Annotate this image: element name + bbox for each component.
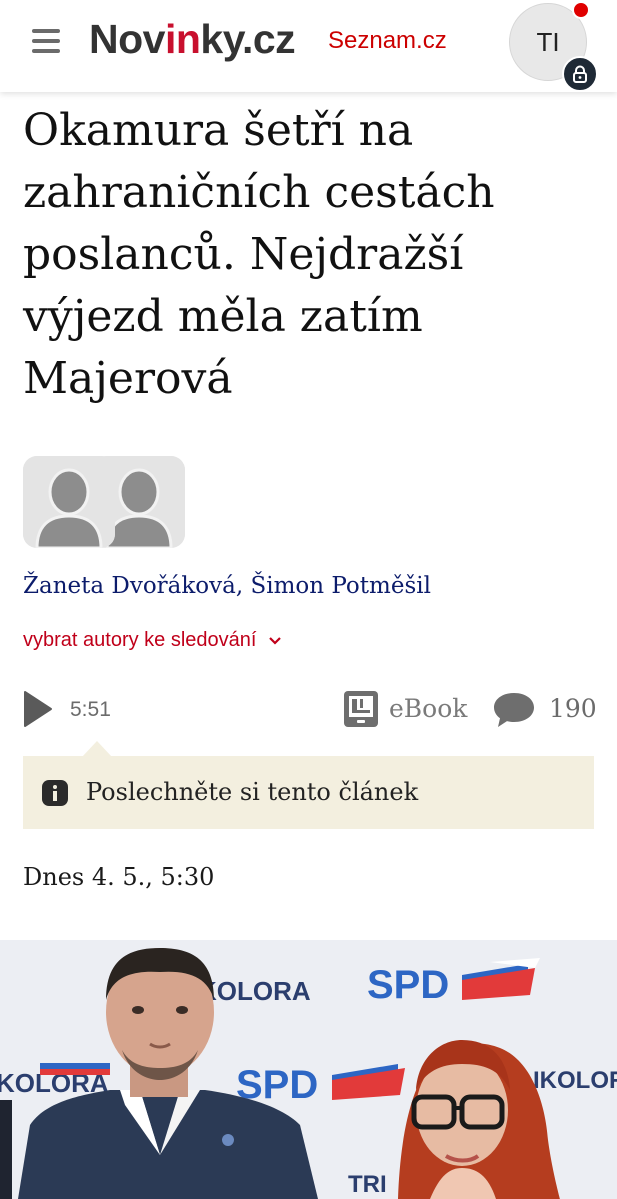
ebook-label[interactable]: eBook xyxy=(389,692,467,726)
comment-count[interactable]: 190 xyxy=(549,692,597,726)
avatar-initials: TI xyxy=(536,26,560,57)
logo-part-accent: in xyxy=(164,16,201,62)
tooltip-pointer xyxy=(82,741,112,757)
backdrop-text: SPD xyxy=(367,963,449,1007)
follow-authors-button[interactable]: vybrat autory ke sledování xyxy=(23,625,282,655)
notification-dot xyxy=(572,1,590,19)
author-separator: , xyxy=(235,573,251,599)
listen-tooltip[interactable]: Poslechněte si tento článek xyxy=(23,756,594,829)
author-names: Žaneta Dvořáková, Šimon Potměšil xyxy=(23,569,431,603)
info-icon xyxy=(42,780,68,806)
author-avatar-placeholder-icon[interactable] xyxy=(23,456,115,548)
ebook-icon[interactable] xyxy=(343,690,379,728)
play-icon[interactable] xyxy=(23,690,53,728)
backdrop-text: KOLORA xyxy=(198,976,311,1006)
menu-icon[interactable] xyxy=(32,29,60,53)
author-avatars xyxy=(23,456,193,548)
photo-illustration: SPD SPD KOLORA KOLORA IKOLORA TRI xyxy=(0,940,617,1199)
chevron-down-icon xyxy=(269,636,281,645)
backdrop-text: IKOLORA xyxy=(533,1067,617,1094)
author-link[interactable]: Žaneta Dvořáková xyxy=(23,573,236,599)
follow-label: vybrat autory ke sledování xyxy=(23,629,257,651)
seznam-link[interactable]: Seznam.cz xyxy=(328,25,447,57)
article-photo[interactable]: SPD SPD KOLORA KOLORA IKOLORA TRI xyxy=(0,940,617,1199)
audio-duration: 5:51 xyxy=(70,698,111,721)
article-title: Okamura šetří na zahraničních cestách po… xyxy=(23,105,495,404)
publish-date: Dnes 4. 5., 5:30 xyxy=(23,863,215,891)
logo-part: Nov xyxy=(89,16,165,62)
tooltip-text: Poslechněte si tento článek xyxy=(86,778,419,806)
novinky-logo[interactable]: Novinky.cz xyxy=(89,14,296,64)
lock-icon xyxy=(562,56,598,92)
top-bar: Novinky.cz Seznam.cz TI xyxy=(0,0,617,92)
author-link[interactable]: Šimon Potměšil xyxy=(251,573,431,599)
backdrop-text: TRI xyxy=(348,1171,387,1198)
comment-icon[interactable] xyxy=(492,690,536,730)
logo-part: ky.cz xyxy=(200,16,296,62)
